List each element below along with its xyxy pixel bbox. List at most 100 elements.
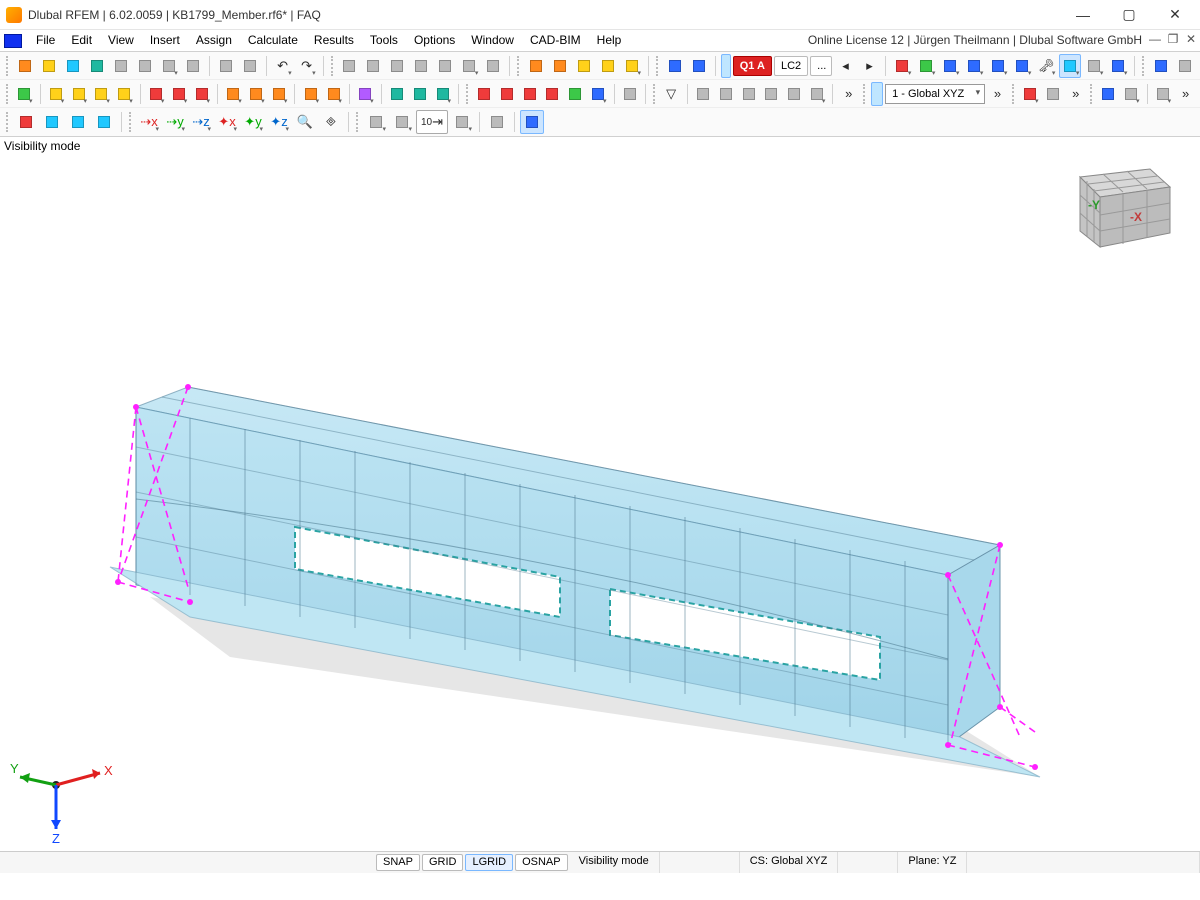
plane-x-button[interactable]: ✦x [215,110,239,134]
menu-cadbim[interactable]: CAD-BIM [522,30,589,51]
text-vis-button[interactable] [1011,54,1033,78]
plane-z-button[interactable]: ✦z [267,110,291,134]
lock-y-button[interactable]: ⇢y [163,110,187,134]
overflow-a[interactable]: » [838,82,859,106]
show-all-button[interactable] [40,110,64,134]
menu-insert[interactable]: Insert [142,30,188,51]
support-d-button[interactable] [542,82,563,106]
close-button[interactable]: ✕ [1152,0,1198,30]
cancel-visibility-button[interactable] [14,110,38,134]
render-mode-button[interactable] [1059,54,1081,78]
mesh-button[interactable] [619,82,640,106]
report-button[interactable] [182,54,204,78]
minimize-button[interactable]: — [1060,0,1106,30]
zoom-window-button[interactable]: 🔍 [293,110,317,134]
loads-button[interactable] [664,54,686,78]
select-window-button[interactable] [549,54,571,78]
workplane-b-button[interactable] [390,110,414,134]
save-button[interactable] [134,54,156,78]
view-d-button[interactable] [761,82,782,106]
cs-swatch[interactable] [871,82,883,106]
layer-a-button[interactable] [450,110,474,134]
menu-tools[interactable]: Tools [362,30,406,51]
measure-button[interactable] [1098,82,1119,106]
print-button[interactable] [158,54,180,78]
status-snap-button[interactable]: SNAP [376,854,420,871]
toolbar-grip-icon[interactable] [653,84,657,104]
toolbar-grip-icon[interactable] [517,56,521,76]
grid-button[interactable] [520,110,544,134]
view-c-button[interactable] [738,82,759,106]
mdi-close-icon[interactable]: ✕ [1182,30,1200,51]
dim-vis-button[interactable] [987,54,1009,78]
new-surface-button[interactable] [223,82,244,106]
new-arc-button[interactable] [68,82,89,106]
status-lgrid-button[interactable]: LGRID [465,854,513,871]
mdi-minimize-icon[interactable]: — [1146,30,1164,51]
loadcase-toggle[interactable] [721,54,731,78]
surface-tools-b-button[interactable] [323,82,344,106]
surface-tools-a-button[interactable] [300,82,321,106]
hinge-button[interactable] [588,82,609,106]
menu-assign[interactable]: Assign [188,30,240,51]
select-similar-button[interactable] [621,54,643,78]
support-b-button[interactable] [496,82,517,106]
show-sel-button[interactable] [66,110,90,134]
new-opening-button[interactable] [246,82,267,106]
cloud-button[interactable] [62,54,84,78]
loadcase-prev-button[interactable]: ◂ [834,54,856,78]
select-arrow-button[interactable] [525,54,547,78]
zoom-fit-button[interactable]: 🞜 [319,110,343,134]
new-col-button[interactable] [191,82,212,106]
lock-z-button[interactable]: ⇢z [189,110,213,134]
calc-b-button[interactable] [409,82,430,106]
new-beam-button[interactable] [168,82,189,106]
plane-y-button[interactable]: ✦y [241,110,265,134]
view-e-button[interactable] [784,82,805,106]
redo-button[interactable]: ↷ [296,54,318,78]
nodes-vis-button[interactable] [915,54,937,78]
navigator-button[interactable] [338,54,360,78]
display-a-button[interactable] [1083,54,1105,78]
script-button[interactable] [458,54,480,78]
hide-sel-button[interactable] [92,110,116,134]
tools-end-button[interactable] [1152,82,1173,106]
calc-a-button[interactable] [386,82,407,106]
result-diagram-button[interactable] [1020,82,1041,106]
toolbar-grip-icon[interactable] [466,84,470,104]
loads-vis-button[interactable] [939,54,961,78]
panel-button[interactable] [386,54,408,78]
toolbar-grip-icon[interactable] [356,112,360,132]
view-b-button[interactable] [715,82,736,106]
walkthrough-button[interactable] [1150,54,1172,78]
table-button[interactable] [239,54,261,78]
lock-x-button[interactable]: ⇢x [137,110,161,134]
menu-edit[interactable]: Edit [63,30,100,51]
mdi-restore-icon[interactable]: ❐ [1164,30,1182,51]
maximize-button[interactable]: ▢ [1106,0,1152,30]
object-info-button[interactable] [1174,54,1196,78]
toolbar-grip-icon[interactable] [6,56,10,76]
panel-b-button[interactable] [410,54,432,78]
menu-file[interactable]: File [28,30,63,51]
clipboard-button[interactable] [215,54,237,78]
new-poly-button[interactable] [91,82,112,106]
new-spline-button[interactable] [114,82,135,106]
copy-button[interactable] [110,54,132,78]
filter-button[interactable]: ▽ [661,82,682,106]
menu-results[interactable]: Results [306,30,362,51]
display-dims-button[interactable] [1107,54,1129,78]
new-solid-button[interactable] [269,82,290,106]
release-button[interactable] [565,82,586,106]
result-overflow[interactable]: » [1065,82,1086,106]
workplane-a-button[interactable] [364,110,388,134]
toolbar-grip-icon[interactable] [1012,84,1016,104]
status-osnap-button[interactable]: OSNAP [515,854,568,871]
open-file-button[interactable] [38,54,60,78]
new-file-button[interactable] [14,54,36,78]
console-button[interactable] [482,54,504,78]
loadcase-next-button[interactable]: ▸ [858,54,880,78]
view-f-button[interactable] [807,82,828,106]
result-settings-button[interactable] [1042,82,1063,106]
toolbar-grip-icon[interactable] [1090,84,1094,104]
